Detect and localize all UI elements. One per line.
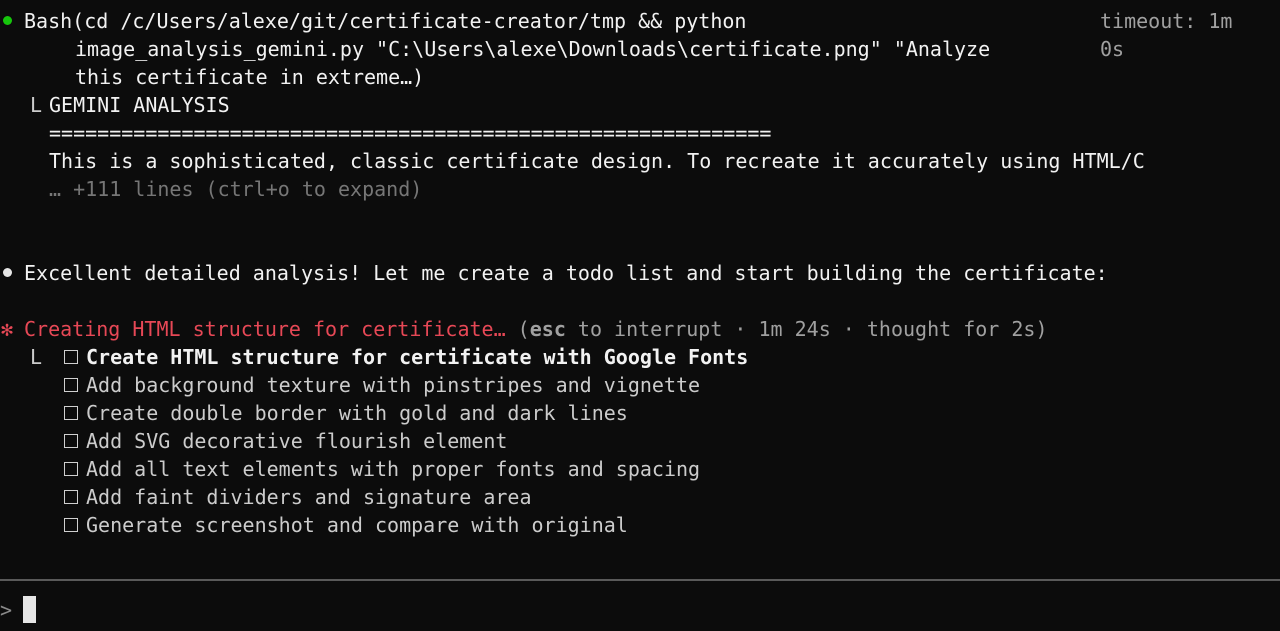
checkbox-icon[interactable] <box>64 490 78 504</box>
todo-item: Add all text elements with proper fonts … <box>64 455 700 483</box>
result-connector: L <box>30 93 43 117</box>
bash-command-line-3: this certificate in extreme…) <box>75 65 425 89</box>
timeout-label-1: timeout: 1m <box>1100 9 1233 33</box>
result-title: GEMINI ANALYSIS <box>49 93 230 117</box>
status-line: Creating HTML structure for certificate…… <box>24 315 1048 343</box>
result-text: This is a sophisticated, classic certifi… <box>49 149 1145 173</box>
status-activity: Creating HTML structure for certificate… <box>24 317 506 341</box>
bash-command-line-2: image_analysis_gemini.py "C:\Users\alexe… <box>75 37 991 61</box>
status-key: esc <box>529 317 566 341</box>
result-rule: ========================================… <box>49 121 772 145</box>
todo-label: Generate screenshot and compare with ori… <box>86 513 628 537</box>
todo-label: Add faint dividers and signature area <box>86 485 532 509</box>
todo-connector: L <box>30 345 43 369</box>
checkbox-icon[interactable] <box>64 434 78 448</box>
checkbox-icon[interactable] <box>64 518 78 532</box>
todo-label: Add all text elements with proper fonts … <box>86 457 701 481</box>
todo-label: Add background texture with pinstripes a… <box>86 373 701 397</box>
todo-item: Generate screenshot and compare with ori… <box>64 511 628 539</box>
todo-item: Add SVG decorative flourish element <box>64 427 507 455</box>
timeout-label-2: 0s <box>1100 37 1125 61</box>
bash-command-line-1: Bash(cd /c/Users/alexe/git/certificate-c… <box>24 7 746 35</box>
todo-item: Add background texture with pinstripes a… <box>64 371 700 399</box>
todo-item: Add faint dividers and signature area <box>64 483 532 511</box>
checkbox-icon[interactable] <box>64 462 78 476</box>
input-cursor[interactable] <box>23 596 36 623</box>
status-open-paren: ( <box>505 317 530 341</box>
todo-label: Create HTML structure for certificate wi… <box>86 345 749 369</box>
input-separator <box>0 579 1280 581</box>
tool-status-dot <box>3 16 12 25</box>
todo-label: Add SVG decorative flourish element <box>86 429 508 453</box>
message-bullet-dot <box>3 268 12 277</box>
prompt-caret-icon: > <box>0 598 13 622</box>
expand-hint[interactable]: … +111 lines (ctrl+o to expand) <box>49 175 422 203</box>
status-details: to interrupt · 1m 24s · thought for 2s) <box>565 317 1048 341</box>
checkbox-icon[interactable] <box>64 406 78 420</box>
checkbox-icon[interactable] <box>64 350 78 364</box>
assistant-message: Excellent detailed analysis! Let me crea… <box>24 261 1108 285</box>
todo-item: Create HTML structure for certificate wi… <box>64 343 748 371</box>
todo-item: Create double border with gold and dark … <box>64 399 628 427</box>
spinner-icon: ✻ <box>1 317 14 341</box>
todo-label: Create double border with gold and dark … <box>86 401 628 425</box>
command-text-1: (cd /c/Users/alexe/git/certificate-creat… <box>72 9 747 33</box>
checkbox-icon[interactable] <box>64 378 78 392</box>
tool-name: Bash <box>24 9 73 33</box>
